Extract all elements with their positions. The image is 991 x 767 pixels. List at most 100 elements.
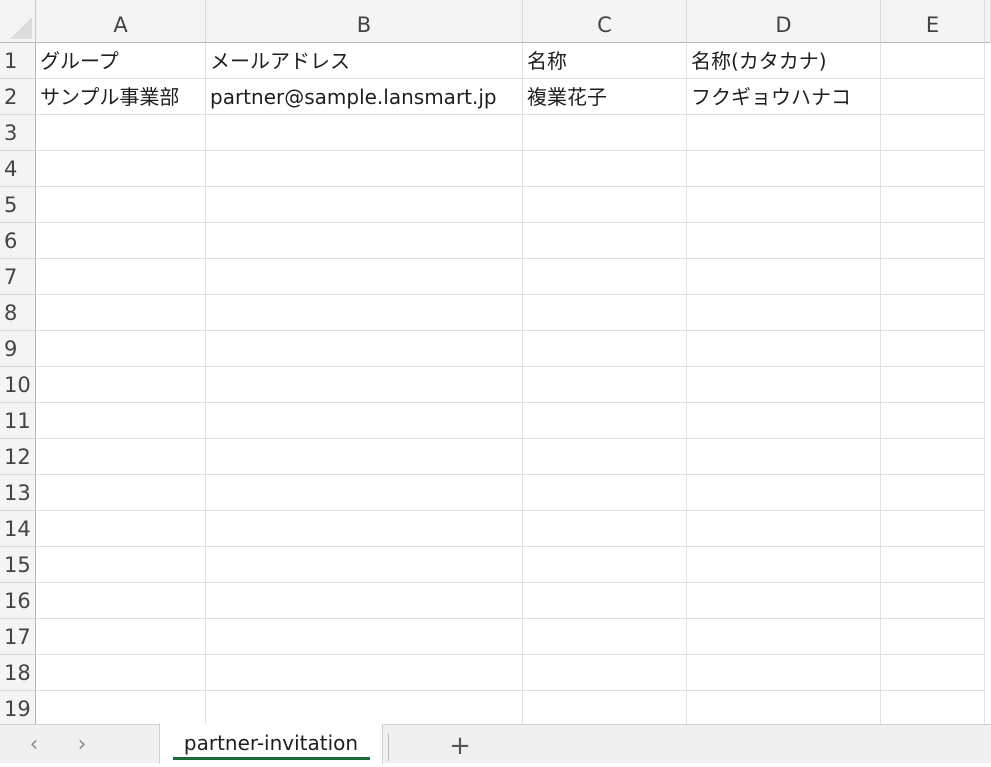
column-header-c[interactable]: C (523, 0, 687, 43)
cell-a9[interactable] (36, 331, 206, 367)
cell-d6[interactable] (687, 223, 881, 259)
cell-e15[interactable] (881, 547, 985, 583)
cell-c14[interactable] (523, 511, 687, 547)
row-header-14[interactable]: 14 (0, 511, 36, 547)
cell-b11[interactable] (206, 403, 523, 439)
cell-a11[interactable] (36, 403, 206, 439)
cell-d2[interactable]: フクギョウハナコ (687, 79, 881, 115)
cell-b8[interactable] (206, 295, 523, 331)
cell-b9[interactable] (206, 331, 523, 367)
row-header-17[interactable]: 17 (0, 619, 36, 655)
cell-e8[interactable] (881, 295, 985, 331)
cell-e10[interactable] (881, 367, 985, 403)
cell-d15[interactable] (687, 547, 881, 583)
cell-a15[interactable] (36, 547, 206, 583)
row-header-15[interactable]: 15 (0, 547, 36, 583)
cell-a14[interactable] (36, 511, 206, 547)
cell-e3[interactable] (881, 115, 985, 151)
cell-c11[interactable] (523, 403, 687, 439)
cell-a19[interactable] (36, 691, 206, 724)
cell-b14[interactable] (206, 511, 523, 547)
cell-c5[interactable] (523, 187, 687, 223)
cell-e13[interactable] (881, 475, 985, 511)
cell-a4[interactable] (36, 151, 206, 187)
row-header-3[interactable]: 3 (0, 115, 36, 151)
cell-d10[interactable] (687, 367, 881, 403)
cell-a6[interactable] (36, 223, 206, 259)
cell-a13[interactable] (36, 475, 206, 511)
cell-d19[interactable] (687, 691, 881, 724)
cell-d14[interactable] (687, 511, 881, 547)
row-header-5[interactable]: 5 (0, 187, 36, 223)
row-header-19[interactable]: 19 (0, 691, 36, 724)
cell-a2[interactable]: サンプル事業部 (36, 79, 206, 115)
cell-d18[interactable] (687, 655, 881, 691)
cell-c8[interactable] (523, 295, 687, 331)
cell-c4[interactable] (523, 151, 687, 187)
cell-e17[interactable] (881, 619, 985, 655)
cell-b6[interactable] (206, 223, 523, 259)
cell-e12[interactable] (881, 439, 985, 475)
row-header-18[interactable]: 18 (0, 655, 36, 691)
cell-e14[interactable] (881, 511, 985, 547)
column-header-e[interactable]: E (881, 0, 985, 43)
cell-d3[interactable] (687, 115, 881, 151)
row-header-8[interactable]: 8 (0, 295, 36, 331)
cell-b2[interactable]: partner@sample.lansmart.jp (206, 79, 523, 115)
cell-a5[interactable] (36, 187, 206, 223)
cell-d13[interactable] (687, 475, 881, 511)
cell-c16[interactable] (523, 583, 687, 619)
cell-b12[interactable] (206, 439, 523, 475)
cell-c6[interactable] (523, 223, 687, 259)
cell-d9[interactable] (687, 331, 881, 367)
row-header-10[interactable]: 10 (0, 367, 36, 403)
cell-c7[interactable] (523, 259, 687, 295)
cell-c13[interactable] (523, 475, 687, 511)
cell-a16[interactable] (36, 583, 206, 619)
cell-e2[interactable] (881, 79, 985, 115)
cell-d12[interactable] (687, 439, 881, 475)
cell-c2[interactable]: 複業花子 (523, 79, 687, 115)
row-header-12[interactable]: 12 (0, 439, 36, 475)
cell-a8[interactable] (36, 295, 206, 331)
cell-e1[interactable] (881, 43, 985, 79)
cell-b5[interactable] (206, 187, 523, 223)
prev-sheet-icon[interactable]: ‹ (19, 725, 49, 764)
row-header-4[interactable]: 4 (0, 151, 36, 187)
cell-e6[interactable] (881, 223, 985, 259)
column-header-a[interactable]: A (36, 0, 206, 43)
cell-b13[interactable] (206, 475, 523, 511)
cell-e18[interactable] (881, 655, 985, 691)
cell-c18[interactable] (523, 655, 687, 691)
cell-a12[interactable] (36, 439, 206, 475)
row-header-11[interactable]: 11 (0, 403, 36, 439)
cell-b18[interactable] (206, 655, 523, 691)
cell-e7[interactable] (881, 259, 985, 295)
next-sheet-icon[interactable]: › (67, 725, 97, 764)
cell-c12[interactable] (523, 439, 687, 475)
cell-d16[interactable] (687, 583, 881, 619)
cell-e9[interactable] (881, 331, 985, 367)
cell-b15[interactable] (206, 547, 523, 583)
cell-b10[interactable] (206, 367, 523, 403)
row-header-6[interactable]: 6 (0, 223, 36, 259)
cell-e11[interactable] (881, 403, 985, 439)
row-header-1[interactable]: 1 (0, 43, 36, 79)
row-header-7[interactable]: 7 (0, 259, 36, 295)
column-header-f[interactable] (985, 0, 991, 43)
column-header-b[interactable]: B (206, 0, 523, 43)
row-header-16[interactable]: 16 (0, 583, 36, 619)
cell-d1[interactable]: 名称(カタカナ) (687, 43, 881, 79)
cell-d11[interactable] (687, 403, 881, 439)
cell-e19[interactable] (881, 691, 985, 724)
cell-c10[interactable] (523, 367, 687, 403)
cell-e5[interactable] (881, 187, 985, 223)
cell-d5[interactable] (687, 187, 881, 223)
column-header-d[interactable]: D (687, 0, 881, 43)
cell-c9[interactable] (523, 331, 687, 367)
cell-d4[interactable] (687, 151, 881, 187)
cell-c1[interactable]: 名称 (523, 43, 687, 79)
cell-e4[interactable] (881, 151, 985, 187)
select-all-corner[interactable] (0, 0, 36, 43)
cell-d8[interactable] (687, 295, 881, 331)
